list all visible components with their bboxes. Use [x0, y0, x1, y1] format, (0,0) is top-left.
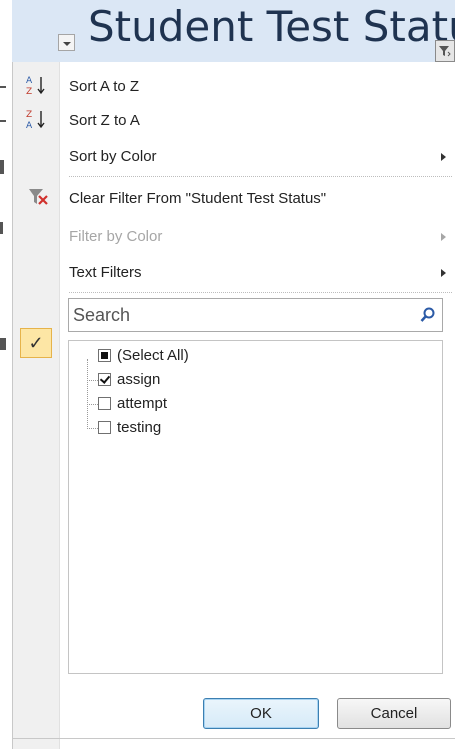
- list-item[interactable]: assign: [69, 369, 429, 393]
- selected-check-marker: ✓: [20, 328, 52, 358]
- menu-label: Sort A to Z: [69, 78, 140, 95]
- sort-ascending-icon: A Z: [26, 76, 45, 96]
- svg-text:Z: Z: [26, 87, 32, 96]
- svg-text:A: A: [26, 76, 33, 86]
- menu-label: Sort Z to A: [69, 112, 140, 129]
- tree-line: [87, 380, 98, 381]
- tree-line: [87, 428, 98, 429]
- header-dropdown-arrow[interactable]: [58, 34, 75, 51]
- list-item-label: testing: [117, 419, 162, 436]
- menu-label: Clear Filter From "Student Test Status": [69, 190, 327, 207]
- checkbox-checked[interactable]: [98, 373, 111, 386]
- menu-icon-column: [13, 62, 60, 749]
- menu-sort-a-to-z[interactable]: Sort A to Z: [59, 70, 455, 104]
- menu-label: Filter by Color: [69, 228, 163, 245]
- tree-line: [87, 404, 98, 405]
- submenu-arrow-icon: [441, 233, 446, 241]
- menu-label: Text Filters: [69, 264, 142, 281]
- list-item[interactable]: testing: [69, 417, 429, 441]
- list-item-select-all[interactable]: (Select All): [69, 345, 429, 369]
- list-item-label: assign: [117, 371, 161, 388]
- submenu-arrow-icon: [441, 269, 446, 277]
- clear-filter-icon: [29, 189, 48, 205]
- menu-label: Sort by Color: [69, 148, 157, 165]
- menu-separator: [69, 176, 452, 177]
- menu-clear-filter[interactable]: Clear Filter From "Student Test Status": [59, 182, 455, 216]
- search-icon: [420, 307, 435, 322]
- menu-sort-by-color[interactable]: Sort by Color: [59, 140, 455, 174]
- ok-button[interactable]: OK: [203, 698, 319, 729]
- column-header-title: Student Test Statu: [88, 2, 455, 51]
- cell-fragment: [0, 160, 4, 174]
- menu-sort-z-to-a[interactable]: Sort Z to A: [59, 104, 455, 138]
- cell-fragment: [0, 222, 3, 234]
- filter-funnel-icon: [439, 46, 451, 57]
- svg-text:A: A: [26, 121, 33, 130]
- menu-separator: [69, 292, 452, 293]
- search-box: [68, 298, 443, 332]
- checkbox-partial[interactable]: [98, 349, 111, 362]
- cell-fragment: [0, 120, 6, 122]
- checkbox-unchecked[interactable]: [98, 397, 111, 410]
- list-item[interactable]: attempt: [69, 393, 429, 417]
- cell-fragment: [0, 86, 6, 88]
- panel-bottom-border: [12, 738, 455, 739]
- list-item-label: (Select All): [117, 347, 189, 364]
- filter-values-list: (Select All) assign attempt testing: [68, 340, 443, 674]
- submenu-arrow-icon: [441, 153, 446, 161]
- sort-descending-icon: Z A: [26, 110, 45, 130]
- search-input[interactable]: [73, 303, 403, 327]
- menu-filter-by-color: Filter by Color: [59, 220, 455, 254]
- cancel-button[interactable]: Cancel: [337, 698, 451, 729]
- svg-text:Z: Z: [26, 110, 32, 120]
- cell-fragment: [0, 338, 6, 350]
- list-item-label: attempt: [117, 395, 168, 412]
- filter-button[interactable]: [435, 40, 455, 62]
- sheet-edge: [0, 0, 12, 749]
- menu-text-filters[interactable]: Text Filters: [59, 256, 455, 290]
- checkbox-unchecked[interactable]: [98, 421, 111, 434]
